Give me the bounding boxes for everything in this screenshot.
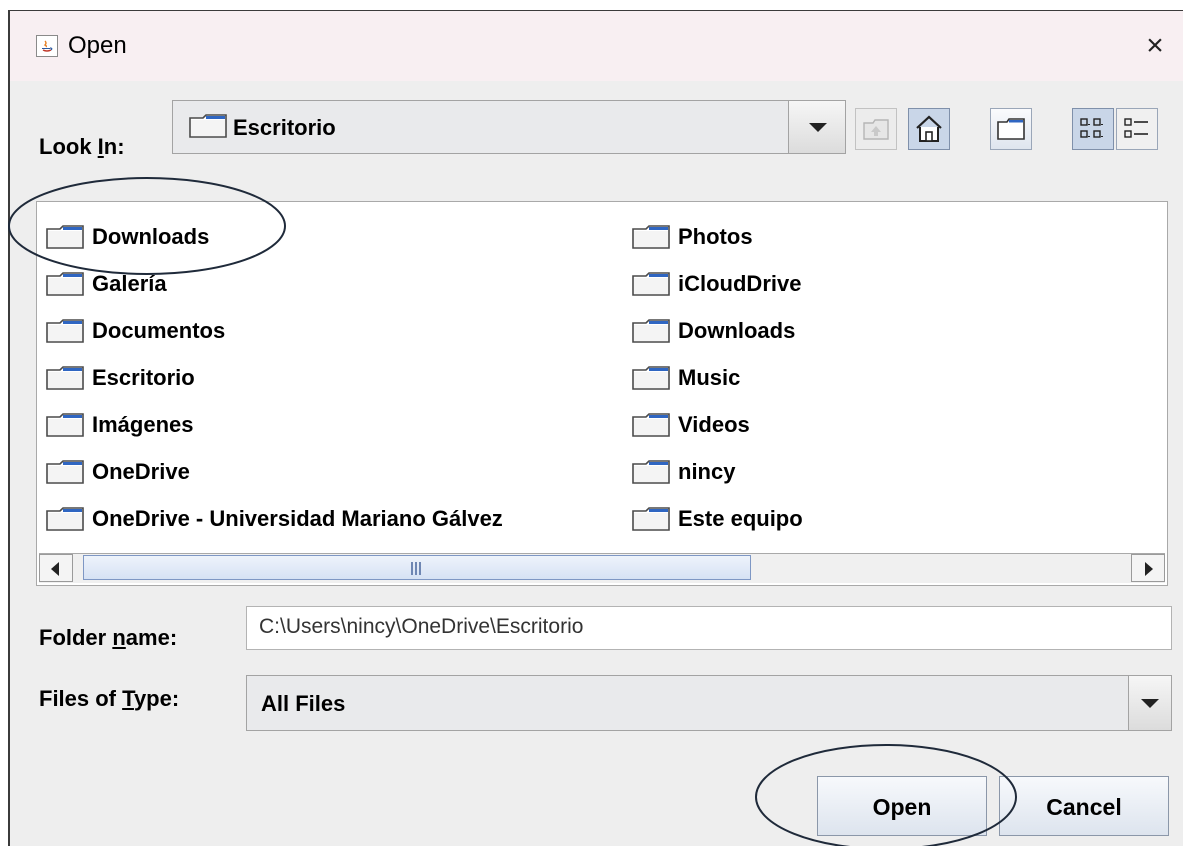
folder-name-label: Folder name: [39, 625, 178, 650]
look-in-label: Look In: [39, 134, 125, 159]
home-button[interactable] [908, 108, 950, 150]
up-one-level-icon [863, 119, 889, 140]
up-one-level-button[interactable] [855, 108, 897, 150]
folder-icon [632, 460, 670, 484]
folder-icon [46, 507, 84, 531]
list-item[interactable]: Downloads [632, 311, 795, 351]
file-list[interactable]: Downloads Galería Documentos Escritorio Imág… [36, 201, 1168, 586]
list-item-label: Escritorio [92, 365, 195, 390]
folder-icon [46, 225, 84, 249]
chevron-down-icon [1141, 699, 1159, 708]
scroll-left-button[interactable] [39, 554, 73, 582]
title-bar: Open × [10, 11, 1183, 81]
list-item[interactable]: Este equipo [632, 499, 803, 539]
folder-icon [46, 460, 84, 484]
grip-icon [411, 562, 421, 575]
list-item-label: Galería [92, 271, 167, 296]
list-item-label: Photos [678, 224, 753, 249]
scroll-right-button[interactable] [1131, 554, 1165, 582]
list-item-label: Imágenes [92, 412, 194, 437]
list-item-label: OneDrive [92, 459, 190, 484]
java-icon [36, 35, 58, 57]
list-item-label: nincy [678, 459, 736, 484]
list-item[interactable]: iCloudDrive [632, 264, 801, 304]
new-folder-icon [997, 118, 1025, 140]
open-dialog: Open × Look In: Escritorio Downloads Gal… [8, 10, 1183, 846]
list-item[interactable]: Documentos [46, 311, 225, 351]
folder-icon [632, 413, 670, 437]
chevron-down-icon [809, 123, 827, 132]
list-item-label: Videos [678, 412, 750, 437]
scrollbar-thumb[interactable] [83, 555, 751, 580]
look-in-value: Escritorio [233, 115, 336, 140]
files-of-type-label: Files of Type: [39, 686, 180, 711]
list-item-label: iCloudDrive [678, 271, 802, 296]
folder-icon [632, 319, 670, 343]
list-item-label: Downloads [92, 224, 210, 249]
details-view-button[interactable] [1116, 108, 1158, 150]
list-item[interactable]: Downloads [46, 217, 209, 257]
look-in-combo[interactable]: Escritorio [172, 100, 846, 154]
list-item-label: Downloads [678, 318, 796, 343]
list-view-button[interactable] [1072, 108, 1114, 150]
cancel-button[interactable]: Cancel [999, 776, 1169, 836]
folder-icon [632, 366, 670, 390]
arrow-left-icon [51, 562, 59, 576]
files-of-type-dropdown-button[interactable] [1128, 676, 1171, 730]
folder-icon [46, 413, 84, 437]
list-item[interactable]: Photos [632, 217, 753, 257]
list-item[interactable]: nincy [632, 452, 735, 492]
folder-icon [46, 272, 84, 296]
list-item-label: OneDrive - Universidad Mariano Gálvez [92, 506, 503, 531]
list-item[interactable]: Music [632, 358, 740, 398]
folder-name-input[interactable] [247, 607, 1139, 647]
folder-name-field[interactable] [246, 606, 1172, 650]
list-item[interactable]: OneDrive - Universidad Mariano Gálvez [46, 499, 503, 539]
files-of-type-value: All Files [261, 691, 346, 716]
list-item[interactable]: Escritorio [46, 358, 195, 398]
folder-icon [46, 366, 84, 390]
list-item[interactable]: OneDrive [46, 452, 190, 492]
close-button[interactable]: × [1127, 21, 1183, 71]
folder-icon [189, 114, 227, 138]
list-item[interactable]: Imágenes [46, 405, 194, 445]
list-item-label: Documentos [92, 318, 226, 343]
list-item-label: Music [678, 365, 741, 390]
horizontal-scrollbar[interactable] [39, 553, 1165, 583]
open-button[interactable]: Open [817, 776, 987, 836]
list-item[interactable]: Videos [632, 405, 750, 445]
folder-icon [632, 507, 670, 531]
window-title: Open [68, 32, 127, 59]
folder-icon [632, 272, 670, 296]
arrow-right-icon [1145, 562, 1153, 576]
list-view-icon [1080, 118, 1103, 138]
look-in-dropdown-button[interactable] [788, 101, 845, 153]
folder-icon [46, 319, 84, 343]
files-of-type-combo[interactable]: All Files [246, 675, 1172, 731]
details-view-icon [1124, 118, 1148, 138]
folder-icon [632, 225, 670, 249]
home-icon [916, 115, 942, 142]
new-folder-button[interactable] [990, 108, 1032, 150]
list-item-label: Este equipo [678, 506, 803, 531]
list-item[interactable]: Galería [46, 264, 167, 304]
